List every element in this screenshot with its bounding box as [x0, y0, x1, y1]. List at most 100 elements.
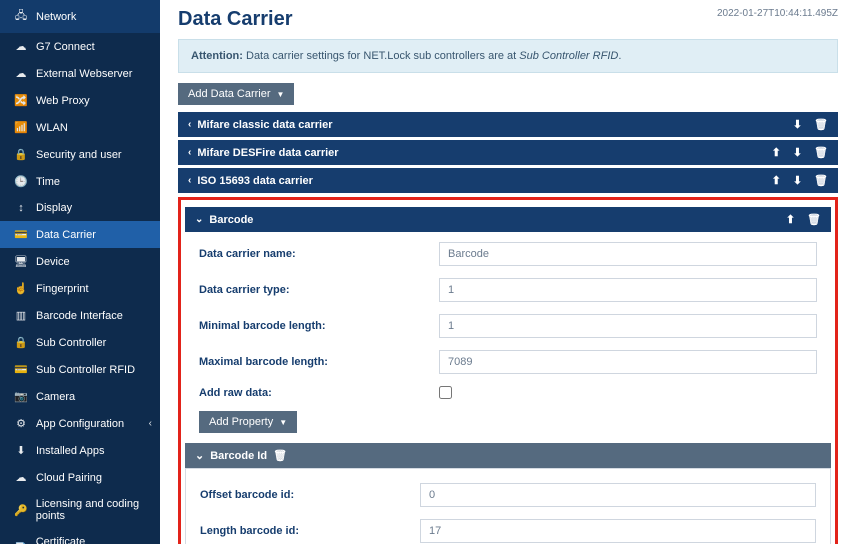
- carrier-title: Mifare DESFire data carrier: [197, 147, 759, 159]
- sidebar-icon: ☁: [14, 471, 28, 484]
- sidebar-icon: ☝: [14, 282, 28, 295]
- sidebar-item-label: Network: [36, 11, 76, 23]
- sidebar-item-network[interactable]: 🖧 Network: [0, 0, 160, 33]
- sidebar-item-device[interactable]: 🖥Device: [0, 248, 160, 275]
- sidebar-item-wlan[interactable]: 📶 WLAN: [0, 114, 160, 141]
- sidebar-item-installed-apps[interactable]: ⬇Installed Apps: [0, 437, 160, 464]
- sidebar-icon: 🔀: [14, 94, 28, 107]
- length-input[interactable]: [420, 519, 816, 543]
- sidebar-item-sub-controller[interactable]: 🔒 Sub Controller: [0, 329, 160, 356]
- sidebar-item-display[interactable]: ↕Display: [0, 195, 160, 221]
- notice-link[interactable]: Sub Controller RFID: [519, 50, 618, 62]
- sidebar-item-label: App Configuration: [36, 418, 124, 430]
- sidebar-item-camera[interactable]: 📷 Camera: [0, 383, 160, 410]
- sidebar-icon: 📶: [14, 121, 28, 134]
- chevron-icon: ‹: [188, 119, 191, 130]
- sidebar-icon: ↕: [14, 202, 28, 214]
- chevron-icon: ‹: [188, 175, 191, 186]
- offset-input[interactable]: [420, 483, 816, 507]
- sidebar-item-web-proxy[interactable]: 🔀 Web Proxy: [0, 87, 160, 114]
- carrier-header-3[interactable]: ⌄ Barcode ⬆ 🗑: [185, 207, 831, 232]
- add-property-button[interactable]: Add Property ▼: [199, 411, 297, 433]
- name-input[interactable]: [439, 242, 817, 266]
- length-label: Length barcode id:: [200, 525, 420, 537]
- min-label: Minimal barcode length:: [199, 320, 439, 332]
- sidebar-icon: ⬇: [14, 444, 28, 457]
- sidebar-icon: 🕒: [14, 175, 28, 188]
- trash-icon[interactable]: 🗑: [814, 146, 828, 159]
- sidebar-item-security-and-user[interactable]: 🔒Security and user: [0, 141, 160, 168]
- down-icon[interactable]: ⬇: [793, 118, 802, 131]
- notice-text: Data carrier settings for NET.Lock sub c…: [246, 50, 519, 62]
- sidebar-icon: 📷: [14, 390, 28, 403]
- sidebar-icon: ☁: [14, 67, 28, 80]
- sidebar-item-time[interactable]: 🕒Time: [0, 168, 160, 195]
- offset-label: Offset barcode id:: [200, 489, 420, 501]
- sidebar-icon: 💳: [14, 228, 28, 241]
- sidebar-item-sub-controller-rfid[interactable]: 💳Sub Controller RFID: [0, 356, 160, 383]
- sidebar-item-fingerprint[interactable]: ☝ Fingerprint: [0, 275, 160, 302]
- sidebar-item-app-configuration[interactable]: ⚙App Configuration‹: [0, 410, 160, 437]
- name-label: Data carrier name:: [199, 248, 439, 260]
- trash-icon[interactable]: 🗑: [273, 449, 287, 462]
- carrier-title: Mifare classic data carrier: [197, 119, 780, 131]
- max-label: Maximal barcode length:: [199, 356, 439, 368]
- sidebar-item-label: Sub Controller: [36, 337, 106, 349]
- caret-down-icon: ▼: [279, 418, 287, 427]
- sidebar-item-g7-connect[interactable]: ☁G7 Connect: [0, 33, 160, 60]
- sidebar-icon: 🔒: [14, 336, 28, 349]
- caret-down-icon: ▼: [277, 90, 285, 99]
- sidebar-icon: ▥: [14, 309, 28, 322]
- attention-notice: Attention: Data carrier settings for NET…: [178, 39, 838, 73]
- sidebar-item-data-carrier[interactable]: 💳 Data Carrier: [0, 221, 160, 248]
- barcode-id-title: Barcode Id: [210, 450, 267, 462]
- add-raw-label: Add raw data:: [199, 387, 439, 399]
- sidebar-item-barcode-interface[interactable]: ▥Barcode Interface: [0, 302, 160, 329]
- down-icon[interactable]: ⬇: [793, 174, 802, 187]
- trash-icon[interactable]: 🗑: [814, 174, 828, 187]
- carrier-header-0[interactable]: ‹ Mifare classic data carrier ⬇ 🗑: [178, 112, 838, 137]
- sidebar-item-label: WLAN: [36, 122, 68, 134]
- sidebar-item-cloud-pairing[interactable]: ☁ Cloud Pairing: [0, 464, 160, 491]
- down-icon[interactable]: ⬇: [793, 146, 802, 159]
- up-icon[interactable]: ⬆: [772, 174, 781, 187]
- carrier-title: Barcode: [209, 214, 773, 226]
- trash-icon[interactable]: 🗑: [814, 118, 828, 131]
- carrier-header-2[interactable]: ‹ISO 15693 data carrier⬆⬇🗑: [178, 168, 838, 193]
- sidebar-item-external-webserver[interactable]: ☁ External Webserver: [0, 60, 160, 87]
- type-input[interactable]: [439, 278, 817, 302]
- barcode-id-header[interactable]: ⌄Barcode Id🗑: [185, 443, 831, 468]
- sidebar-item-label: Sub Controller RFID: [36, 364, 135, 376]
- barcode-highlight-box: ⌄Barcode⬆🗑Data carrier name:Data carrier…: [178, 197, 838, 544]
- sidebar-item-label: Data Carrier: [36, 229, 96, 241]
- chevron-icon: ⌄: [195, 214, 203, 225]
- sidebar-item-licensing-and-coding-points[interactable]: 🔑Licensing and coding points: [0, 491, 160, 529]
- add-raw-checkbox[interactable]: [439, 386, 452, 399]
- min-input[interactable]: [439, 314, 817, 338]
- sidebar-item-certificate-management[interactable]: 📄Certificate management‹: [0, 529, 160, 544]
- sidebar-item-label: Web Proxy: [36, 95, 90, 107]
- sidebar-item-label: Camera: [36, 391, 75, 403]
- up-icon[interactable]: ⬆: [772, 146, 781, 159]
- add-data-carrier-button[interactable]: Add Data Carrier ▼: [178, 83, 294, 105]
- sidebar-item-label: Security and user: [36, 149, 122, 161]
- sidebar-item-label: External Webserver: [36, 68, 132, 80]
- type-label: Data carrier type:: [199, 284, 439, 296]
- notice-tail: .: [618, 50, 621, 62]
- sidebar-icon: 🖥: [14, 255, 28, 268]
- barcode-form: Data carrier name: Data carrier type: Mini…: [185, 232, 831, 441]
- trash-icon[interactable]: 🗑: [807, 213, 821, 226]
- sidebar-icon: ⚙: [14, 417, 28, 430]
- sidebar-icon: ☁: [14, 40, 28, 53]
- sidebar-item-label: Licensing and coding points: [36, 498, 150, 522]
- up-icon[interactable]: ⬆: [786, 213, 795, 226]
- add-data-carrier-label: Add Data Carrier: [188, 88, 271, 100]
- barcode-id-panel: Offset barcode id:Length barcode id:Conv…: [185, 468, 831, 544]
- main-content: Data Carrier 2022-01-27T10:44:11.495Z At…: [160, 0, 850, 544]
- carrier-header-1[interactable]: ‹Mifare DESFire data carrier⬆⬇🗑: [178, 140, 838, 165]
- page-title: Data Carrier: [178, 8, 293, 31]
- sidebar-item-label: Cloud Pairing: [36, 472, 102, 484]
- max-input[interactable]: [439, 350, 817, 374]
- sidebar-icon: 🖧: [14, 7, 28, 26]
- sidebar-item-label: Fingerprint: [36, 283, 89, 295]
